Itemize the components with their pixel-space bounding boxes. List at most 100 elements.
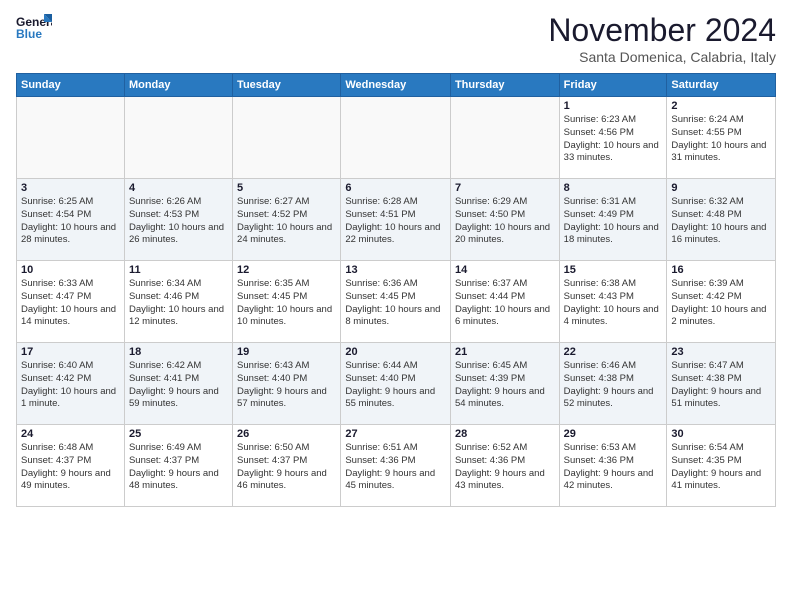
- day-number: 7: [455, 182, 555, 194]
- day-info: Sunrise: 6:23 AM Sunset: 4:56 PM Dayligh…: [564, 114, 663, 165]
- calendar-cell: 6Sunrise: 6:28 AM Sunset: 4:51 PM Daylig…: [341, 179, 451, 261]
- logo: General Blue: [16, 12, 52, 42]
- day-number: 3: [21, 182, 120, 194]
- calendar-cell: 17 Sunrise: 6:40 AM Sunset: 4:42 PM Dayli…: [17, 343, 125, 425]
- day-info: Sunrise: 6:53 AM Sunset: 4:36 PM Dayligh…: [564, 442, 663, 493]
- calendar-cell: 20Sunrise: 6:44 AM Sunset: 4:40 PM Dayli…: [341, 343, 451, 425]
- day-number: 29: [564, 428, 663, 440]
- day-info: Sunrise: 6:50 AM Sunset: 4:37 PM Dayligh…: [237, 442, 336, 493]
- week-row-3: 17 Sunrise: 6:40 AM Sunset: 4:42 PM Dayli…: [17, 343, 776, 425]
- day-number: 17: [21, 346, 120, 358]
- calendar-cell: 11 Sunrise: 6:34 AM Sunset: 4:46 PM Dayli…: [124, 261, 232, 343]
- calendar-cell: 28 Sunrise: 6:52 AM Sunset: 4:36 PM Dayli…: [450, 425, 559, 507]
- calendar-cell: 13 Sunrise: 6:36 AM Sunset: 4:45 PM Dayli…: [341, 261, 451, 343]
- calendar-cell: 3 Sunrise: 6:25 AM Sunset: 4:54 PM Daylig…: [17, 179, 125, 261]
- calendar-cell: 21Sunrise: 6:45 AM Sunset: 4:39 PM Dayli…: [450, 343, 559, 425]
- header: General Blue November 2024 Santa Domenic…: [16, 12, 776, 65]
- day-info: Sunrise: 6:28 AM Sunset: 4:51 PM Dayligh…: [345, 196, 446, 247]
- calendar-cell: 15 Sunrise: 6:38 AM Sunset: 4:43 PM Dayli…: [559, 261, 667, 343]
- logo-icon: General Blue: [16, 12, 52, 42]
- day-info: Sunrise: 6:36 AM Sunset: 4:45 PM Dayligh…: [345, 278, 446, 329]
- day-number: 28: [455, 428, 555, 440]
- col-monday: Monday: [124, 74, 232, 97]
- day-number: 2: [671, 100, 771, 112]
- day-number: 21: [455, 346, 555, 358]
- day-info: Sunrise: 6:39 AM Sunset: 4:42 PM Dayligh…: [671, 278, 771, 329]
- day-number: 24: [21, 428, 120, 440]
- day-number: 18: [129, 346, 228, 358]
- location: Santa Domenica, Calabria, Italy: [548, 49, 776, 65]
- col-wednesday: Wednesday: [341, 74, 451, 97]
- day-number: 23: [671, 346, 771, 358]
- calendar-cell: [124, 97, 232, 179]
- day-info: Sunrise: 6:25 AM Sunset: 4:54 PM Dayligh…: [21, 196, 120, 247]
- week-row-4: 24 Sunrise: 6:48 AM Sunset: 4:37 PM Dayli…: [17, 425, 776, 507]
- calendar-cell: 19Sunrise: 6:43 AM Sunset: 4:40 PM Dayli…: [233, 343, 341, 425]
- day-info: Sunrise: 6:27 AM Sunset: 4:52 PM Dayligh…: [237, 196, 336, 247]
- day-number: 10: [21, 264, 120, 276]
- calendar-cell: 7 Sunrise: 6:29 AM Sunset: 4:50 PM Daylig…: [450, 179, 559, 261]
- calendar-cell: 12 Sunrise: 6:35 AM Sunset: 4:45 PM Dayli…: [233, 261, 341, 343]
- col-saturday: Saturday: [667, 74, 776, 97]
- calendar-cell: 24 Sunrise: 6:48 AM Sunset: 4:37 PM Dayli…: [17, 425, 125, 507]
- day-info: Sunrise: 6:31 AM Sunset: 4:49 PM Dayligh…: [564, 196, 663, 247]
- day-number: 1: [564, 100, 663, 112]
- day-number: 4: [129, 182, 228, 194]
- day-info: Sunrise: 6:49 AM Sunset: 4:37 PM Dayligh…: [129, 442, 228, 493]
- day-number: 25: [129, 428, 228, 440]
- calendar-cell: [450, 97, 559, 179]
- day-info: Sunrise: 6:52 AM Sunset: 4:36 PM Dayligh…: [455, 442, 555, 493]
- day-info: Sunrise: 6:34 AM Sunset: 4:46 PM Dayligh…: [129, 278, 228, 329]
- day-info: Sunrise: 6:42 AM Sunset: 4:41 PM Dayligh…: [129, 360, 228, 411]
- day-info: Sunrise: 6:48 AM Sunset: 4:37 PM Dayligh…: [21, 442, 120, 493]
- calendar-cell: 4 Sunrise: 6:26 AM Sunset: 4:53 PM Daylig…: [124, 179, 232, 261]
- header-row: Sunday Monday Tuesday Wednesday Thursday…: [17, 74, 776, 97]
- day-info: Sunrise: 6:54 AM Sunset: 4:35 PM Dayligh…: [671, 442, 771, 493]
- calendar-cell: [341, 97, 451, 179]
- day-info: Sunrise: 6:38 AM Sunset: 4:43 PM Dayligh…: [564, 278, 663, 329]
- day-info: Sunrise: 6:33 AM Sunset: 4:47 PM Dayligh…: [21, 278, 120, 329]
- day-number: 11: [129, 264, 228, 276]
- calendar-cell: [233, 97, 341, 179]
- day-number: 8: [564, 182, 663, 194]
- day-number: 9: [671, 182, 771, 194]
- day-info: Sunrise: 6:43 AM Sunset: 4:40 PM Dayligh…: [237, 360, 336, 411]
- calendar: Sunday Monday Tuesday Wednesday Thursday…: [16, 73, 776, 507]
- week-row-2: 10 Sunrise: 6:33 AM Sunset: 4:47 PM Dayli…: [17, 261, 776, 343]
- col-thursday: Thursday: [450, 74, 559, 97]
- day-info: Sunrise: 6:26 AM Sunset: 4:53 PM Dayligh…: [129, 196, 228, 247]
- calendar-cell: 29 Sunrise: 6:53 AM Sunset: 4:36 PM Dayli…: [559, 425, 667, 507]
- day-number: 13: [345, 264, 446, 276]
- week-row-1: 3 Sunrise: 6:25 AM Sunset: 4:54 PM Daylig…: [17, 179, 776, 261]
- calendar-cell: 27Sunrise: 6:51 AM Sunset: 4:36 PM Dayli…: [341, 425, 451, 507]
- day-info: Sunrise: 6:44 AM Sunset: 4:40 PM Dayligh…: [345, 360, 446, 411]
- col-sunday: Sunday: [17, 74, 125, 97]
- day-info: Sunrise: 6:24 AM Sunset: 4:55 PM Dayligh…: [671, 114, 771, 165]
- day-info: Sunrise: 6:46 AM Sunset: 4:38 PM Dayligh…: [564, 360, 663, 411]
- day-info: Sunrise: 6:35 AM Sunset: 4:45 PM Dayligh…: [237, 278, 336, 329]
- calendar-cell: 25 Sunrise: 6:49 AM Sunset: 4:37 PM Dayli…: [124, 425, 232, 507]
- title-section: November 2024 Santa Domenica, Calabria, …: [548, 12, 776, 65]
- calendar-cell: [17, 97, 125, 179]
- calendar-cell: 16Sunrise: 6:39 AM Sunset: 4:42 PM Dayli…: [667, 261, 776, 343]
- month-title: November 2024: [548, 12, 776, 49]
- calendar-cell: 18 Sunrise: 6:42 AM Sunset: 4:41 PM Dayli…: [124, 343, 232, 425]
- day-info: Sunrise: 6:32 AM Sunset: 4:48 PM Dayligh…: [671, 196, 771, 247]
- day-number: 15: [564, 264, 663, 276]
- calendar-cell: 9 Sunrise: 6:32 AM Sunset: 4:48 PM Daylig…: [667, 179, 776, 261]
- day-number: 27: [345, 428, 446, 440]
- calendar-cell: 1 Sunrise: 6:23 AM Sunset: 4:56 PM Daylig…: [559, 97, 667, 179]
- day-info: Sunrise: 6:29 AM Sunset: 4:50 PM Dayligh…: [455, 196, 555, 247]
- day-number: 12: [237, 264, 336, 276]
- svg-text:Blue: Blue: [16, 27, 42, 41]
- day-number: 30: [671, 428, 771, 440]
- day-number: 26: [237, 428, 336, 440]
- day-info: Sunrise: 6:40 AM Sunset: 4:42 PM Dayligh…: [21, 360, 120, 411]
- page: General Blue November 2024 Santa Domenic…: [0, 0, 792, 612]
- calendar-cell: 14Sunrise: 6:37 AM Sunset: 4:44 PM Dayli…: [450, 261, 559, 343]
- day-info: Sunrise: 6:47 AM Sunset: 4:38 PM Dayligh…: [671, 360, 771, 411]
- calendar-cell: 22Sunrise: 6:46 AM Sunset: 4:38 PM Dayli…: [559, 343, 667, 425]
- calendar-cell: 2 Sunrise: 6:24 AM Sunset: 4:55 PM Daylig…: [667, 97, 776, 179]
- calendar-cell: 23 Sunrise: 6:47 AM Sunset: 4:38 PM Dayli…: [667, 343, 776, 425]
- week-row-0: 1 Sunrise: 6:23 AM Sunset: 4:56 PM Daylig…: [17, 97, 776, 179]
